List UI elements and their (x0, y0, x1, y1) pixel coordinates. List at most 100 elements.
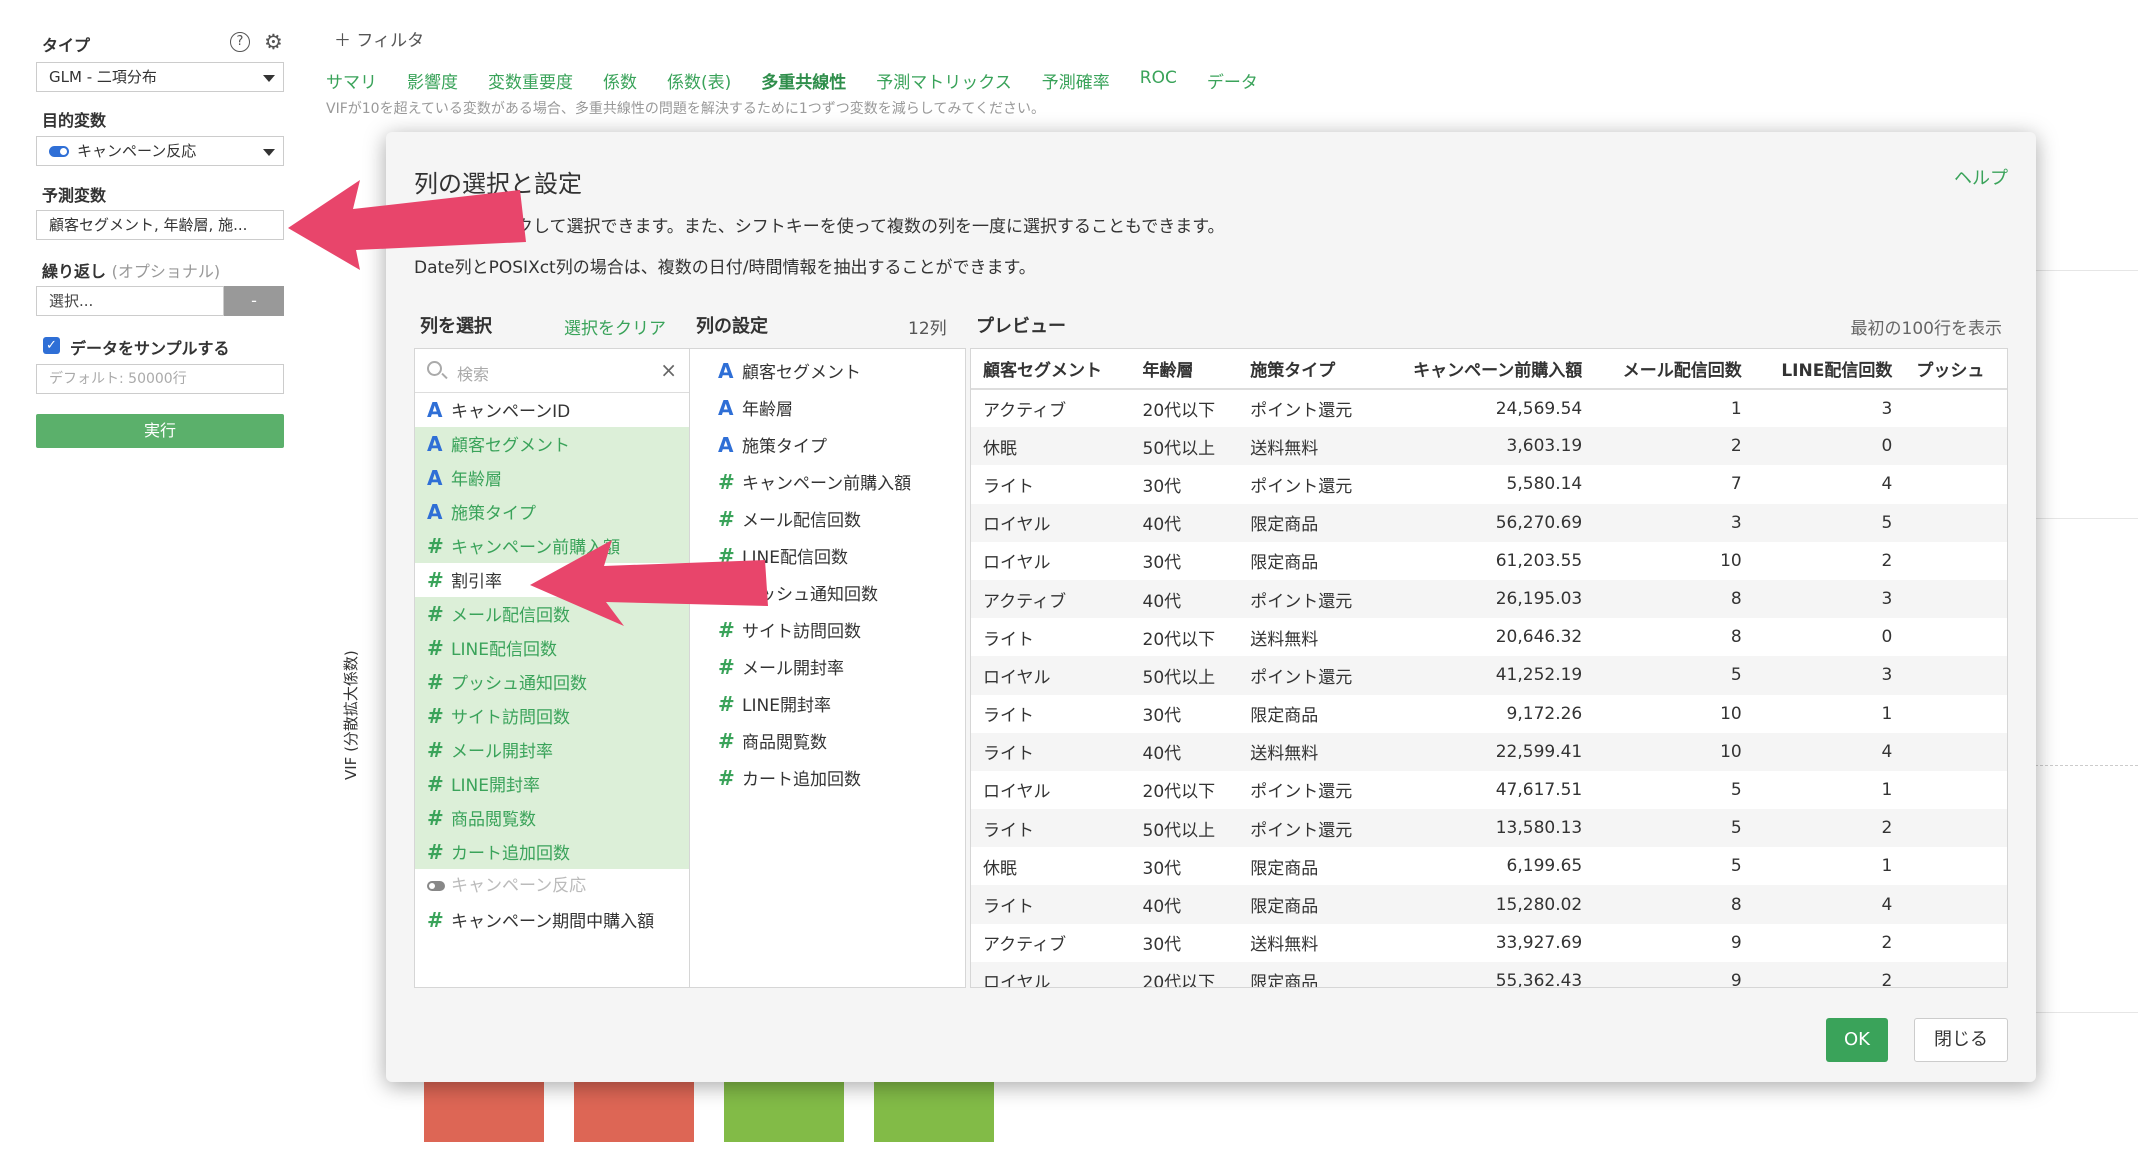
vif-bar (724, 1082, 844, 1142)
column-item[interactable]: # キャンペーン期間中購入額 (415, 903, 689, 937)
table-cell: 20代以下 (1142, 629, 1216, 650)
column-search[interactable]: 検索 × (415, 349, 689, 393)
column-item[interactable]: A 顧客セグメント (415, 427, 689, 461)
predictor-field[interactable]: 顧客セグメント, 年齢層, 施... (36, 210, 284, 240)
close-icon[interactable]: × (660, 358, 677, 382)
sample-checkbox[interactable]: ✓ (43, 337, 60, 354)
preview-header: プレビュー (976, 316, 1066, 337)
settings-item[interactable]: # カート追加回数 (690, 760, 965, 797)
table-cell: 22,599.41 (1378, 732, 1595, 771)
column-item[interactable]: # LINE配信回数 (415, 631, 689, 665)
repeat-clear-button[interactable]: - (224, 286, 284, 316)
column-item[interactable]: # サイト訪問回数 (415, 699, 689, 733)
settings-item[interactable]: A 顧客セグメント (690, 353, 965, 390)
table-cell: 50代以上 (1130, 809, 1239, 848)
table-row: ライト 20代以下 送料無料 20,646.32 8 0 (971, 618, 2007, 656)
repeat-label: 繰り返し (オプショナル) (42, 258, 220, 282)
tab-5[interactable]: 多重共線性 (761, 68, 846, 93)
column-item[interactable]: # メール配信回数 (415, 597, 689, 631)
tab-7[interactable]: 予測確率 (1042, 68, 1110, 93)
table-cell: 9 (1594, 961, 1754, 987)
tab-1[interactable]: 影響度 (407, 68, 458, 93)
table-row: ロイヤル 20代以下 限定商品 55,362.43 9 2 (971, 961, 2007, 987)
type-select[interactable]: GLM - 二項分布 (36, 62, 284, 92)
ok-button[interactable]: OK (1826, 1018, 1888, 1062)
preview-column-header: 顧客セグメント (971, 349, 1131, 390)
table-cell: ポイント還元 (1250, 476, 1353, 497)
table-cell: アクティブ (983, 401, 1067, 422)
table-cell: 限定商品 (1238, 503, 1379, 542)
tab-6[interactable]: 予測マトリックス (876, 68, 1012, 93)
numeric-type-icon: # (427, 806, 444, 830)
table-cell: 2 (1594, 427, 1754, 466)
table-cell: 1 (1881, 703, 1893, 724)
table-cell: 33,927.69 (1495, 932, 1583, 953)
table-cell: 5 (1753, 503, 1905, 542)
table-cell: 3 (1881, 398, 1893, 419)
column-item[interactable]: A 年齢層 (415, 461, 689, 495)
column-item[interactable]: キャンペーン反応 (415, 869, 689, 903)
help-icon[interactable]: ? (230, 32, 250, 52)
column-item[interactable]: # プッシュ通知回数 (415, 665, 689, 699)
column-item[interactable]: # LINE開封率 (415, 767, 689, 801)
settings-item[interactable]: # 商品閲覧数 (690, 723, 965, 760)
settings-item[interactable]: # メール開封率 (690, 649, 965, 686)
settings-item[interactable]: A 施策タイプ (690, 427, 965, 464)
tab-2[interactable]: 変数重要度 (488, 68, 573, 93)
table-row: ロイヤル 40代 限定商品 56,270.69 3 5 (971, 503, 2007, 542)
settings-item[interactable]: # LINE配信回数 (690, 538, 965, 575)
table-cell: 限定商品 (1250, 553, 1319, 574)
column-item-label: LINE開封率 (451, 776, 540, 796)
clear-selection-link[interactable]: 選択をクリア (564, 314, 666, 339)
repeat-select[interactable]: 選択... (36, 286, 224, 316)
help-link[interactable]: ヘルプ (1954, 164, 2008, 190)
column-item-label: キャンペーン前購入額 (451, 538, 621, 558)
gear-icon[interactable]: ⚙ (264, 32, 283, 53)
table-cell: 1 (1881, 779, 1893, 800)
type-label: タイプ (42, 36, 91, 55)
settings-item[interactable]: # サイト訪問回数 (690, 612, 965, 649)
column-item[interactable]: A 施策タイプ (415, 495, 689, 529)
settings-item[interactable]: A 年齢層 (690, 390, 965, 427)
run-button[interactable]: 実行 (36, 414, 284, 448)
table-cell: 9 (1730, 932, 1742, 953)
tab-3[interactable]: 係数 (603, 68, 637, 93)
select-columns-header: 列を選択 (420, 316, 492, 337)
table-cell: 4 (1881, 474, 1893, 495)
table-row: ライト 30代 ポイント還元 5,580.14 7 4 (971, 465, 2007, 503)
sample-rows-input[interactable]: デフォルト: 50000行 (36, 364, 284, 394)
table-cell: 3 (1753, 656, 1905, 695)
settings-item[interactable]: # メール配信回数 (690, 501, 965, 538)
tab-8[interactable]: ROC (1140, 68, 1177, 93)
column-item-label: 顧客セグメント (451, 436, 570, 456)
column-item[interactable]: # 割引率 (415, 563, 689, 597)
column-item[interactable]: # 商品閲覧数 (415, 801, 689, 835)
table-cell: 送料無料 (1250, 935, 1319, 956)
table-cell: 10 (1594, 732, 1754, 771)
filter-button[interactable]: ＋ フィルタ (334, 26, 424, 51)
tab-9[interactable]: データ (1207, 68, 1258, 93)
search-input[interactable]: 検索 (457, 361, 489, 385)
settings-item[interactable]: # プッシュ通知回数 (690, 575, 965, 612)
tab-4[interactable]: 係数(表) (667, 68, 731, 93)
table-cell: 4 (1753, 885, 1905, 924)
tab-0[interactable]: サマリ (326, 68, 377, 93)
column-item-label: 施策タイプ (451, 504, 536, 524)
target-select[interactable]: キャンペーン反応 (36, 136, 284, 166)
column-item[interactable]: # キャンペーン前購入額 (415, 529, 689, 563)
table-cell: 0 (1881, 627, 1893, 648)
preview-body: アクティブ 20代以下 ポイント還元 24,569.54 1 3 休眠 50代以上 送料無料 3,… (971, 389, 2007, 987)
settings-item[interactable]: # キャンペーン前購入額 (690, 464, 965, 501)
column-item-label: キャンペーンID (451, 402, 571, 422)
table-cell: 40代 (1130, 885, 1239, 924)
column-item[interactable]: # カート追加回数 (415, 835, 689, 869)
logical-type-icon (49, 146, 69, 157)
column-item[interactable]: # メール開封率 (415, 733, 689, 767)
settings-item[interactable]: # LINE開封率 (690, 686, 965, 723)
close-button[interactable]: 閉じる (1914, 1018, 2008, 1062)
table-cell: 15,280.02 (1378, 885, 1595, 924)
table-cell: 41,252.19 (1378, 656, 1595, 695)
column-item[interactable]: A キャンペーンID (415, 393, 689, 427)
table-cell (1904, 809, 2007, 848)
numeric-type-icon: # (718, 766, 735, 790)
